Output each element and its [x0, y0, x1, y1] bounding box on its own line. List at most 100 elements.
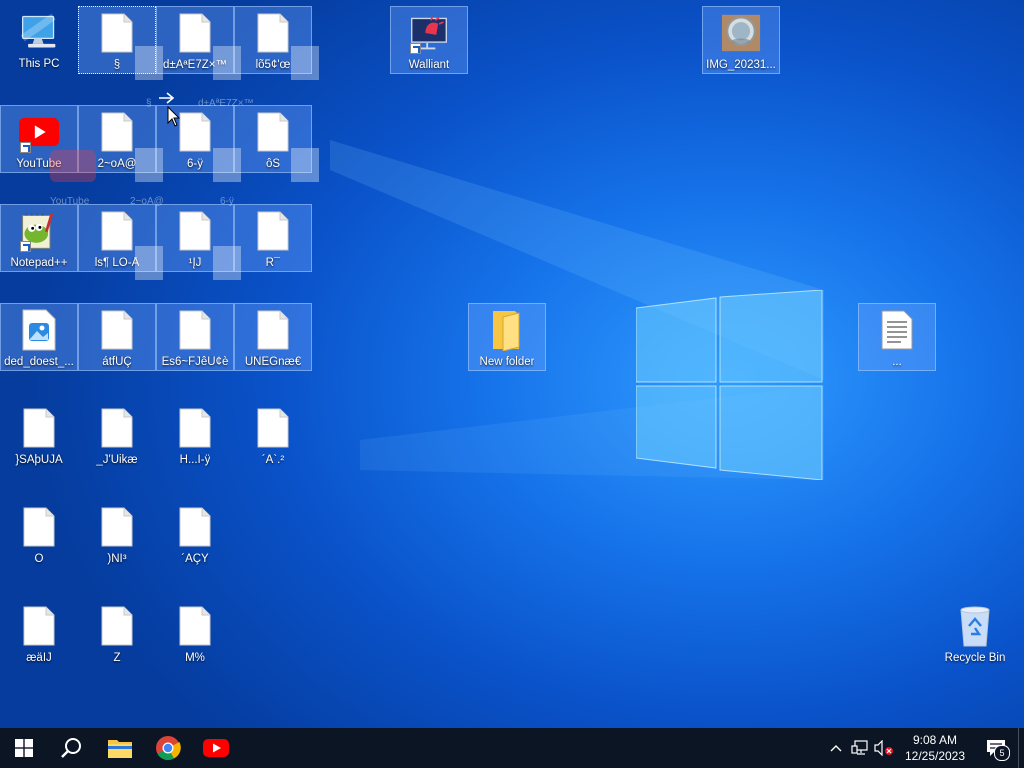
file-icon	[19, 505, 59, 549]
file-icon	[97, 604, 137, 648]
desktop-icon[interactable]: M%	[156, 600, 234, 668]
volume-button[interactable]	[872, 728, 896, 768]
system-tray: 9:08 AM 12/25/2023 5	[824, 728, 1024, 768]
desktop-icon[interactable]: 2~oA@	[78, 105, 156, 173]
youtube-taskbar-button[interactable]	[192, 728, 240, 768]
ghost-label: YouTube	[50, 196, 90, 207]
desktop-icon-label: 2~oA@	[97, 158, 137, 170]
mouse-cursor-icon	[167, 106, 181, 127]
desktop-icon-label: Recycle Bin	[944, 652, 1006, 664]
chrome-button[interactable]	[144, 728, 192, 768]
show-desktop-button[interactable]	[1018, 728, 1024, 768]
desktop-icon[interactable]: Walliant	[390, 6, 468, 74]
youtube-icon	[203, 739, 229, 757]
search-button[interactable]	[48, 728, 96, 768]
image-file-icon	[19, 308, 59, 352]
desktop-icon[interactable]: ´À`.²	[234, 402, 312, 470]
file-icon	[175, 110, 215, 154]
file-icon	[175, 209, 215, 253]
file-icon	[175, 604, 215, 648]
desktop-icon-label: This PC	[18, 58, 60, 70]
desktop-icon[interactable]: R¯	[234, 204, 312, 272]
desktop-icon[interactable]: Notepad++	[0, 204, 78, 272]
file-icon	[19, 604, 59, 648]
file-icon	[19, 406, 59, 450]
desktop[interactable]: This PC § d±AªE7Z×™ lõ5¢'œ Walliant IMG_20231…	[0, 0, 1024, 728]
desktop-icon-label: R¯	[265, 257, 281, 269]
desktop-icon-label: Notepad++	[10, 257, 68, 269]
desktop-icon[interactable]: §	[78, 6, 156, 74]
desktop-icon-label: Ô	[34, 553, 44, 565]
desktop-icon[interactable]: H...Î-ÿ	[156, 402, 234, 470]
recycle-bin-icon	[955, 604, 995, 648]
desktop-icon-label: ôŠ	[265, 158, 281, 170]
desktop-icon[interactable]: IMG_20231...	[702, 6, 780, 74]
desktop-icon-label: Z	[113, 652, 121, 664]
desktop-icon-label: ´À`.²	[261, 454, 285, 466]
search-icon	[61, 738, 81, 758]
desktop-icon[interactable]: d±AªE7Z×™	[156, 6, 234, 74]
file-icon	[97, 11, 137, 55]
folder-icon	[487, 308, 527, 352]
notepad-plus-plus-icon	[19, 209, 59, 253]
desktop-icon[interactable]: _J'Uikæ	[78, 402, 156, 470]
desktop-icon[interactable]: ÚÑÈGnæ€	[234, 303, 312, 371]
desktop-icon[interactable]: ...	[858, 303, 936, 371]
desktop-icon[interactable]: ded_doest_...	[0, 303, 78, 371]
desktop-icon-label: }ŠÂþUJÀ	[15, 454, 63, 466]
move-arrow-icon	[159, 92, 175, 104]
desktop-icon[interactable]: æäIJ	[0, 600, 78, 668]
file-icon	[97, 505, 137, 549]
desktop-icon-label: ...	[892, 356, 902, 368]
desktop-icon[interactable]: YouTube	[0, 105, 78, 173]
file-icon	[175, 505, 215, 549]
file-icon	[97, 308, 137, 352]
desktop-icon-label: New folder	[479, 356, 535, 368]
action-center-button[interactable]: 5	[974, 728, 1018, 768]
desktop-icon[interactable]: New folder	[468, 303, 546, 371]
file-icon	[97, 110, 137, 154]
file-icon	[253, 209, 293, 253]
desktop-icon[interactable]: Z	[78, 600, 156, 668]
shortcut-arrow-icon	[20, 142, 31, 153]
taskbar-clock[interactable]: 9:08 AM 12/25/2023	[896, 732, 974, 764]
file-icon	[253, 308, 293, 352]
taskbar: 9:08 AM 12/25/2023 5	[0, 728, 1024, 768]
desktop-icon-label: YouTube	[16, 158, 62, 170]
desktop-icon-label: Walliant	[408, 59, 450, 71]
ghost-label: d±AªE7Z×™	[198, 98, 254, 109]
desktop-icon[interactable]: átfÛÇ	[78, 303, 156, 371]
desktop-icon[interactable]: Ës6~FJêÙ¢è	[156, 303, 234, 371]
desktop-icon[interactable]: Recycle Bin	[936, 600, 1014, 668]
desktop-icon[interactable]: ¹ĮJ	[156, 204, 234, 272]
desktop-icon-label: ´ÀÇY	[181, 553, 209, 565]
network-icon	[851, 740, 868, 755]
show-hidden-icons-button[interactable]	[824, 728, 848, 768]
file-icon	[253, 110, 293, 154]
start-button[interactable]	[0, 728, 48, 768]
desktop-icon[interactable]: Ô	[0, 501, 78, 569]
desktop-icon-label: ÚÑÈGnæ€	[244, 356, 302, 368]
file-icon	[253, 406, 293, 450]
desktop-icon-label: _J'Uikæ	[96, 454, 138, 466]
desktop-icon-label: Ës6~FJêÙ¢è	[161, 356, 229, 368]
desktop-icon[interactable]: lõ5¢'œ	[234, 6, 312, 74]
desktop-icon-label: 6-ÿ	[187, 158, 203, 170]
notification-count-badge: 5	[994, 745, 1010, 761]
desktop-icon[interactable]: ´ÀÇY	[156, 501, 234, 569]
desktop-icon[interactable]: )ÑÎ³	[78, 501, 156, 569]
this-pc-icon	[19, 10, 59, 54]
file-explorer-button[interactable]	[96, 728, 144, 768]
desktop-icon-label: ls¶ LÖ-Å	[94, 257, 140, 269]
network-button[interactable]	[848, 728, 872, 768]
desktop-icon[interactable]: ôŠ	[234, 105, 312, 173]
ghost-label: §	[146, 98, 152, 109]
file-icon	[175, 11, 215, 55]
file-icon	[175, 308, 215, 352]
text-file-icon	[877, 308, 917, 352]
desktop-icon[interactable]: This PC	[0, 6, 78, 74]
desktop-icon[interactable]: }ŠÂþUJÀ	[0, 402, 78, 470]
youtube-icon	[19, 110, 59, 154]
desktop-icon[interactable]: ls¶ LÖ-Å	[78, 204, 156, 272]
ghost-label: 6-ÿ	[220, 196, 234, 207]
